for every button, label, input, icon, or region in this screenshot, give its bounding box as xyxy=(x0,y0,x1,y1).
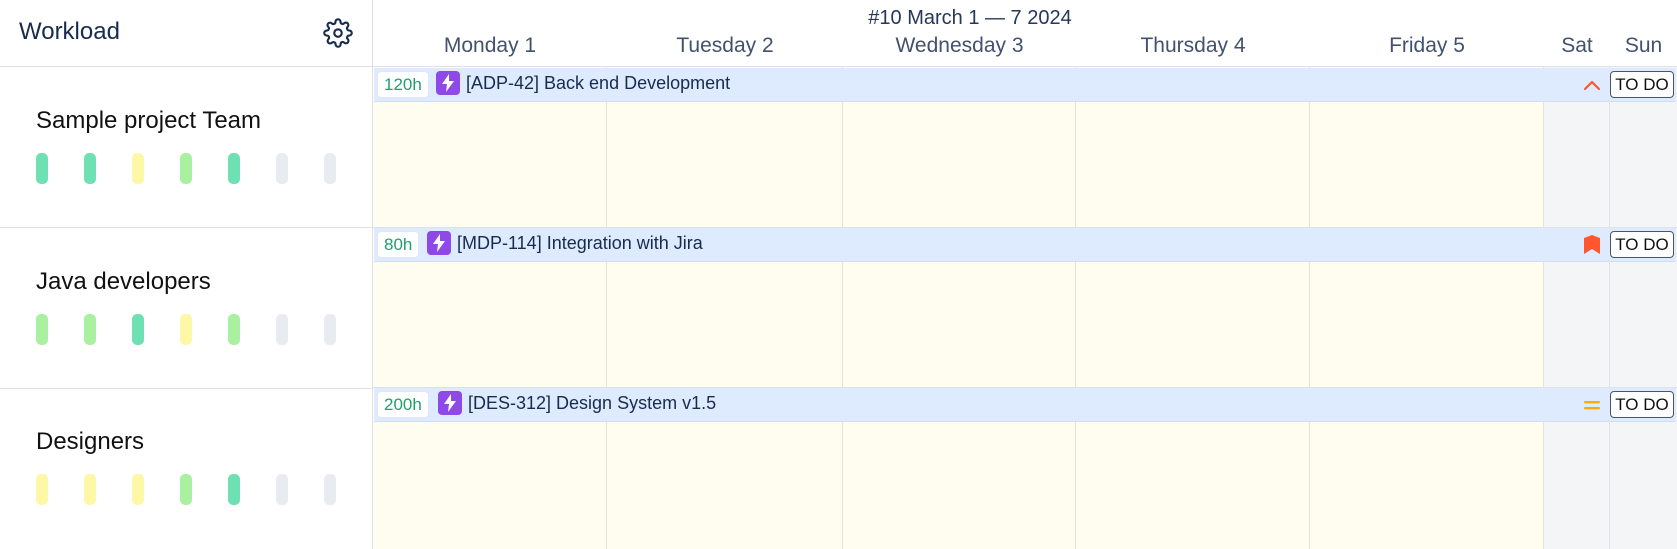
load-indicator xyxy=(228,474,240,505)
status-badge[interactable]: TO DO xyxy=(1610,231,1674,258)
team-name: Designers xyxy=(36,428,145,455)
workload-app: Workload Sample project Team Java develo… xyxy=(0,0,1677,549)
load-indicator xyxy=(84,314,96,345)
load-indicator xyxy=(324,474,336,505)
team-name: Java developers xyxy=(36,268,211,295)
day-header-tuesday: Tuesday 2 xyxy=(676,34,774,57)
task-title[interactable]: [MDP-114] Integration with Jira xyxy=(457,233,703,254)
team-row[interactable]: Designers xyxy=(0,388,372,548)
load-indicator xyxy=(84,474,96,505)
team-name: Sample project Team xyxy=(36,107,261,134)
epic-lightning-icon xyxy=(436,71,460,95)
day-column-wednesday xyxy=(843,67,1076,549)
page-title: Workload xyxy=(19,18,120,45)
team-row[interactable]: Java developers xyxy=(0,228,372,389)
task-title[interactable]: [ADP-42] Back end Development xyxy=(466,73,730,94)
day-header-friday: Friday 5 xyxy=(1389,34,1465,57)
load-indicator xyxy=(84,153,96,184)
load-indicator xyxy=(180,314,192,345)
calendar-header: #10 March 1 — 7 2024 Monday 1 Tuesday 2 … xyxy=(373,0,1677,67)
highest-flag-icon xyxy=(1581,234,1603,256)
load-indicator xyxy=(36,153,48,184)
epic-lightning-icon xyxy=(427,231,451,255)
load-indicator xyxy=(36,474,48,505)
day-header-sunday: Sun xyxy=(1624,34,1663,57)
teams-panel: Workload Sample project Team Java develo… xyxy=(0,0,373,549)
team-row[interactable]: Sample project Team xyxy=(0,67,372,228)
day-column-saturday xyxy=(1544,67,1610,549)
load-indicator xyxy=(180,474,192,505)
task-bar[interactable]: 80h [MDP-114] Integration with Jira TO D… xyxy=(374,228,1676,262)
status-badge[interactable]: TO DO xyxy=(1610,71,1674,98)
hours-badge: 80h xyxy=(377,231,420,258)
day-column-monday xyxy=(373,67,607,549)
calendar-grid: 120h [ADP-42] Back end Development TO DO… xyxy=(373,67,1677,549)
load-indicator xyxy=(324,314,336,345)
hours-badge: 120h xyxy=(377,71,429,98)
day-column-thursday xyxy=(1076,67,1310,549)
load-indicator xyxy=(276,474,288,505)
medium-equals-icon xyxy=(1581,394,1603,416)
load-indicator xyxy=(228,153,240,184)
load-indicator xyxy=(276,153,288,184)
epic-lightning-icon xyxy=(438,391,462,415)
day-column-friday xyxy=(1310,67,1544,549)
day-header-monday: Monday 1 xyxy=(443,34,537,57)
load-indicator xyxy=(276,314,288,345)
load-indicator xyxy=(180,153,192,184)
load-indicator xyxy=(132,314,144,345)
load-indicator xyxy=(132,474,144,505)
task-bar[interactable]: 120h [ADP-42] Back end Development TO DO xyxy=(374,68,1676,102)
load-indicator xyxy=(36,314,48,345)
day-header-saturday: Sat xyxy=(1561,34,1593,57)
week-label-text: #10 March 1 — 7 2024 xyxy=(868,7,1072,29)
task-title[interactable]: [DES-312] Design System v1.5 xyxy=(468,393,716,414)
workload-header: Workload xyxy=(0,0,372,67)
week-label: #10 March 1 — 7 2024 xyxy=(373,7,1677,30)
day-column-sunday xyxy=(1610,67,1677,549)
gear-icon[interactable] xyxy=(323,18,353,48)
status-badge[interactable]: TO DO xyxy=(1610,391,1674,418)
day-column-tuesday xyxy=(607,67,843,549)
load-indicator xyxy=(132,153,144,184)
day-header-thursday: Thursday 4 xyxy=(1140,34,1246,57)
day-header-wednesday: Wednesday 3 xyxy=(895,34,1024,57)
task-bar[interactable]: 200h [DES-312] Design System v1.5 TO DO xyxy=(374,388,1676,422)
hours-badge: 200h xyxy=(377,391,429,418)
high-chevron-icon xyxy=(1581,74,1603,96)
load-indicator xyxy=(324,153,336,184)
load-indicator xyxy=(228,314,240,345)
